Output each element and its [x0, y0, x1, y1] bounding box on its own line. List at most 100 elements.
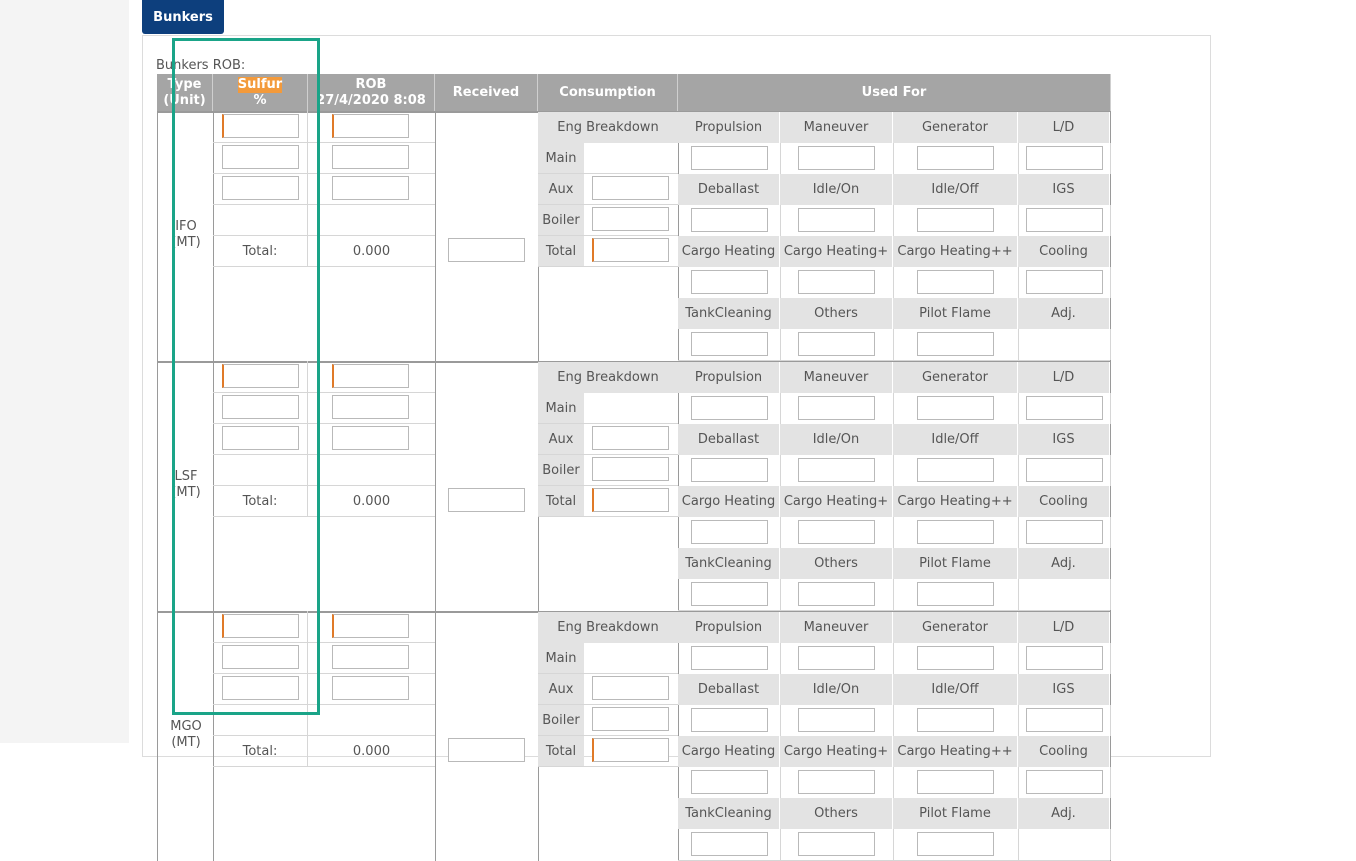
used-for-input[interactable] [1026, 708, 1103, 732]
used-for-cell-border [780, 643, 781, 674]
used-for-label: Adj. [1018, 798, 1110, 829]
consumption-aux-label: Aux [538, 674, 584, 704]
consumption-boiler-input[interactable] [592, 457, 669, 481]
consumption-total-input[interactable] [592, 488, 669, 512]
used-for-input[interactable] [798, 520, 875, 544]
used-for-label: Maneuver [780, 612, 893, 643]
used-for-input[interactable] [917, 582, 994, 606]
used-for-label: Cooling [1018, 236, 1110, 267]
used-for-input[interactable] [917, 520, 994, 544]
used-for-cell-border [780, 393, 781, 424]
used-for-input[interactable] [1026, 458, 1103, 482]
used-for-input[interactable] [917, 332, 994, 356]
used-for-input[interactable] [691, 708, 768, 732]
used-for-input[interactable] [1026, 770, 1103, 794]
used-for-input[interactable] [691, 832, 768, 856]
rob-input[interactable] [332, 645, 409, 669]
used-for-cell-border [1018, 643, 1019, 674]
used-for-label: Idle/On [780, 424, 893, 455]
used-for-label: Generator [893, 612, 1018, 643]
used-for-label: Cargo Heating+ [780, 736, 893, 767]
consumption-aux-input[interactable] [592, 676, 669, 700]
consumption-boiler-input[interactable] [592, 707, 669, 731]
row-divider [538, 516, 678, 517]
used-for-label: Cargo Heating++ [893, 736, 1018, 767]
used-for-input[interactable] [917, 208, 994, 232]
rob-input[interactable] [332, 176, 409, 200]
rob-input[interactable] [332, 426, 409, 450]
used-for-input[interactable] [798, 396, 875, 420]
used-for-input[interactable] [798, 646, 875, 670]
used-for-label: Others [780, 548, 893, 579]
rob-input[interactable] [332, 364, 409, 388]
used-for-input[interactable] [917, 146, 994, 170]
used-for-input[interactable] [1026, 646, 1103, 670]
consumption-total-label: Total [538, 486, 584, 516]
consumption-aux-input[interactable] [592, 426, 669, 450]
used-for-label: Generator [893, 112, 1018, 143]
used-for-input[interactable] [798, 832, 875, 856]
consumption-total-input[interactable] [592, 738, 669, 762]
used-for-input[interactable] [917, 396, 994, 420]
used-for-input[interactable] [691, 520, 768, 544]
used-for-input[interactable] [917, 646, 994, 670]
total-value: 0.000 [352, 243, 391, 259]
used-for-label: TankCleaning [678, 548, 780, 579]
received-input[interactable] [448, 238, 525, 262]
used-for-input[interactable] [691, 458, 768, 482]
used-for-input[interactable] [691, 770, 768, 794]
used-for-input[interactable] [1026, 146, 1103, 170]
used-for-label: Cargo Heating [678, 736, 780, 767]
received-input[interactable] [448, 488, 525, 512]
used-for-input[interactable] [798, 332, 875, 356]
group-border-left [157, 361, 158, 611]
used-for-label: Maneuver [780, 362, 893, 393]
received-input[interactable] [448, 738, 525, 762]
consumption-aux-input[interactable] [592, 176, 669, 200]
used-for-input[interactable] [1026, 396, 1103, 420]
used-for-input[interactable] [917, 708, 994, 732]
used-for-input[interactable] [798, 146, 875, 170]
used-for-input[interactable] [1026, 270, 1103, 294]
used-for-label: Cargo Heating++ [893, 486, 1018, 517]
used-for-label: Pilot Flame [893, 798, 1018, 829]
used-for-input[interactable] [1026, 208, 1103, 232]
used-for-input[interactable] [691, 208, 768, 232]
used-for-cell-border [1018, 829, 1019, 860]
used-for-input[interactable] [691, 270, 768, 294]
used-for-cell-border [893, 705, 894, 736]
used-for-input[interactable] [798, 270, 875, 294]
used-for-input[interactable] [691, 146, 768, 170]
used-for-cell-border [1110, 517, 1111, 548]
consumption-main-label: Main [538, 643, 584, 673]
rob-input[interactable] [332, 145, 409, 169]
used-for-input[interactable] [691, 646, 768, 670]
rob-col-border [435, 361, 436, 611]
used-for-input[interactable] [798, 582, 875, 606]
rob-input[interactable] [332, 676, 409, 700]
consumption-boiler-input[interactable] [592, 207, 669, 231]
used-for-input[interactable] [917, 458, 994, 482]
used-for-input[interactable] [798, 770, 875, 794]
used-for-input[interactable] [798, 458, 875, 482]
used-for-input[interactable] [691, 396, 768, 420]
consumption-total-label: Total [538, 236, 584, 266]
used-for-label: Idle/On [780, 674, 893, 705]
used-for-input[interactable] [798, 708, 875, 732]
rob-input[interactable] [332, 395, 409, 419]
consumption-total-input[interactable] [592, 238, 669, 262]
tab-bunkers[interactable]: Bunkers [142, 0, 224, 34]
used-for-label: IGS [1018, 174, 1110, 205]
used-for-cell-border [1110, 767, 1111, 798]
used-for-input[interactable] [1026, 520, 1103, 544]
used-for-label: Deballast [678, 174, 780, 205]
used-for-input[interactable] [917, 832, 994, 856]
used-for-cell-border [1018, 705, 1019, 736]
used-for-input[interactable] [691, 332, 768, 356]
rob-input[interactable] [332, 614, 409, 638]
rob-input[interactable] [332, 114, 409, 138]
used-for-input[interactable] [917, 270, 994, 294]
used-for-input[interactable] [691, 582, 768, 606]
used-for-input[interactable] [798, 208, 875, 232]
used-for-input[interactable] [917, 770, 994, 794]
